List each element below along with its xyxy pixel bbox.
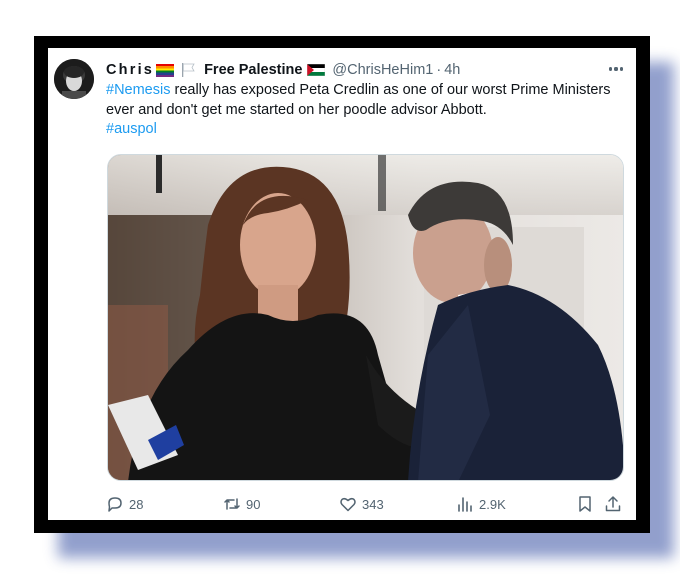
views-button[interactable]: 2.9K — [456, 493, 506, 515]
separator-dot: · — [436, 62, 442, 78]
photo-illustration — [108, 155, 623, 480]
like-count: 343 — [362, 496, 384, 512]
tweet-body: really has exposed Peta Credlin as one o… — [106, 82, 611, 118]
repost-icon — [224, 498, 240, 510]
bookmark-button[interactable] — [576, 493, 594, 515]
tweet-timestamp[interactable]: 4h — [444, 62, 460, 78]
hashtag-link[interactable]: #auspol — [106, 121, 157, 137]
like-button[interactable]: 343 — [339, 493, 384, 515]
author-display-name[interactable]: Free Palestine — [204, 62, 302, 78]
views-count: 2.9K — [479, 496, 506, 512]
repost-count: 90 — [246, 496, 261, 512]
author-handle[interactable]: @ChrisHeHim1 — [332, 62, 433, 78]
share-button[interactable] — [604, 493, 622, 515]
tweet-image[interactable] — [107, 154, 624, 481]
author-name[interactable]: Chris — [106, 62, 154, 78]
avatar[interactable] — [54, 59, 94, 99]
views-icon — [458, 497, 472, 512]
share-icon — [605, 496, 621, 512]
hashtag-link[interactable]: #Nemesis — [106, 82, 170, 98]
tweet-text: #Nemesis really has exposed Peta Credlin… — [106, 81, 621, 140]
tweet-card: Chris Free Palestine @ChrisHeHim1 · 4h #… — [48, 48, 636, 520]
rainbow-flag-icon — [156, 63, 175, 77]
bookmark-icon — [579, 496, 591, 512]
more-icon[interactable] — [606, 61, 626, 77]
palestine-flag-icon — [307, 63, 326, 77]
reply-count: 28 — [129, 496, 144, 512]
repost-button[interactable]: 90 — [223, 493, 260, 515]
white-flag-icon — [180, 62, 196, 78]
reply-button[interactable]: 28 — [106, 493, 143, 515]
reply-icon — [108, 497, 122, 512]
like-icon — [340, 497, 356, 512]
action-bar: 28 90 343 2.9K — [106, 493, 626, 515]
tweet-header: Chris Free Palestine @ChrisHeHim1 · 4h — [106, 60, 626, 80]
